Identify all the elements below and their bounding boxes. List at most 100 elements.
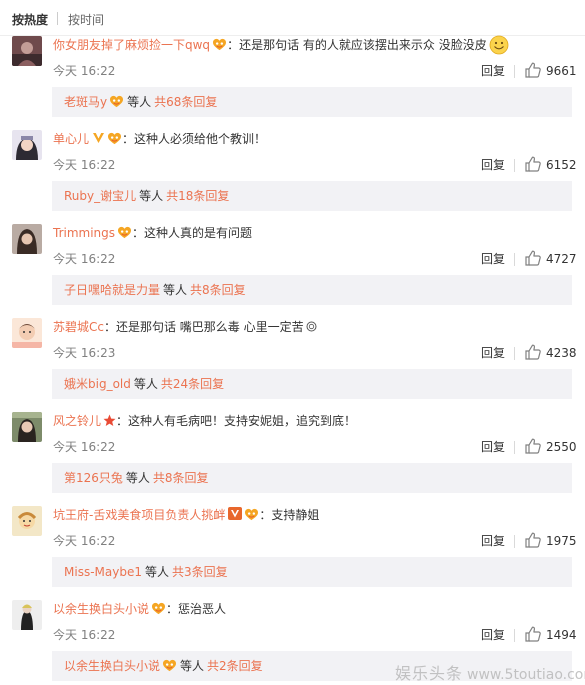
reply-button[interactable]: 回复	[481, 628, 505, 642]
avatar[interactable]	[12, 36, 42, 66]
fan-badge-icon	[151, 602, 166, 615]
action-divider	[514, 347, 515, 360]
reply-button[interactable]: 回复	[481, 158, 505, 172]
watermark-url: www.5toutiao.com	[467, 667, 585, 683]
comment-text: ：还是那句话 有的人就应该摆出来示众 没脸没皮	[227, 38, 487, 52]
comment-username[interactable]: 坑王府-舌戏美食项目负责人挑衅	[53, 508, 225, 522]
comment-username[interactable]: 你女朋友掉了麻烦捡一下qwq	[53, 38, 210, 52]
comment-text: ：还是那句话 嘴巴那么毒 心里一定苦	[103, 320, 304, 334]
comment-item: 坑王府-舌戏美食项目负责人挑衅 ：支持静姐 今天 16:22 回复 1975 Mi…	[0, 500, 585, 594]
reply-button[interactable]: 回复	[481, 440, 505, 454]
avatar[interactable]	[12, 224, 42, 254]
like-count: 6152	[546, 158, 577, 172]
comment-text: ：这种人必须给他个教训！	[122, 132, 267, 146]
avatar[interactable]	[12, 506, 42, 536]
comment-username[interactable]: 以余生换白头小说	[53, 602, 149, 616]
reply-total-link[interactable]: 共24条回复	[161, 377, 224, 391]
reply-username[interactable]: 老斑马y	[64, 95, 107, 109]
reply-button[interactable]: 回复	[481, 252, 505, 266]
reply-username[interactable]: Miss-Maybe1	[64, 565, 142, 579]
like-count: 2550	[546, 440, 577, 454]
reply-username[interactable]: 第126只兔	[64, 471, 123, 485]
fan-badge-icon	[162, 659, 177, 672]
verified-v-icon	[93, 133, 105, 143]
comment-timestamp: 今天 16:22	[53, 158, 116, 172]
comment-text: ：这种人有毛病吧！支持安妮姐，追究到底！	[116, 414, 357, 428]
comment-username[interactable]: Trimmings	[53, 226, 115, 240]
reply-total-link[interactable]: 共2条回复	[207, 659, 263, 673]
reply-others-label: 等人	[125, 471, 150, 485]
action-divider	[514, 441, 515, 454]
reply-button[interactable]: 回复	[481, 346, 505, 360]
reply-username[interactable]: Ruby_谢宝儿	[64, 189, 136, 203]
reply-others-label: 等人	[139, 189, 164, 203]
reply-total-link[interactable]: 共3条回复	[172, 565, 228, 579]
avatar[interactable]	[12, 412, 42, 442]
watermark-brand: 娱乐头条	[395, 664, 464, 683]
reply-summary[interactable]: 老斑马y 等人 共68条回复	[52, 87, 572, 117]
comment-username[interactable]: 单心儿	[53, 132, 89, 146]
action-divider	[514, 253, 515, 266]
thumbs-up-icon	[524, 61, 542, 79]
reply-summary[interactable]: Ruby_谢宝儿 等人 共18条回复	[52, 181, 572, 211]
comment-line: Trimmings ：这种人真的是有问题	[53, 222, 252, 244]
reply-summary[interactable]: Miss-Maybe1 等人 共3条回复	[52, 557, 572, 587]
like-count: 4727	[546, 252, 577, 266]
fan-badge-icon	[244, 508, 259, 521]
comment-item: 你女朋友掉了麻烦捡一下qwq ：还是那句话 有的人就应该摆出来示众 没脸没皮 今天…	[0, 30, 585, 124]
thumbs-up-icon	[524, 343, 542, 361]
action-divider	[514, 159, 515, 172]
comment-username[interactable]: 风之铃儿	[53, 414, 101, 428]
fan-badge-icon	[109, 95, 124, 108]
reply-username[interactable]: 以余生换白头小说	[64, 659, 160, 673]
comment-line: 你女朋友掉了麻烦捡一下qwq ：还是那句话 有的人就应该摆出来示众 没脸没皮	[53, 34, 509, 56]
action-divider	[514, 65, 515, 78]
verified-v-icon	[228, 507, 243, 520]
comment-timestamp: 今天 16:22	[53, 534, 116, 548]
reply-summary[interactable]: 娥米big_old 等人 共24条回复	[52, 369, 572, 399]
thumbs-up-icon	[524, 155, 542, 173]
fan-badge-icon	[107, 132, 122, 145]
reply-total-link[interactable]: 共8条回复	[190, 283, 246, 297]
comment-line: 风之铃儿 ：这种人有毛病吧！支持安妮姐，追究到底！	[53, 410, 356, 432]
reply-username[interactable]: 子日嘿哈就是力量	[64, 283, 160, 297]
comment-timestamp: 今天 16:22	[53, 628, 116, 642]
reply-total-link[interactable]: 共68条回复	[154, 95, 217, 109]
like-count: 1975	[546, 534, 577, 548]
thumbs-up-icon	[524, 249, 542, 267]
comment-item: 苏碧城Cc：还是那句话 嘴巴那么毒 心里一定苦 今天 16:23 回复 4238…	[0, 312, 585, 406]
comment-timestamp: 今天 16:22	[53, 440, 116, 454]
reply-button[interactable]: 回复	[481, 534, 505, 548]
like-count: 9661	[546, 64, 577, 78]
reply-username[interactable]: 娥米big_old	[64, 377, 131, 391]
like-count: 4238	[546, 346, 577, 360]
sort-by-hot-tab[interactable]: 按热度	[12, 11, 48, 28]
thumbs-up-icon	[524, 531, 542, 549]
comment-line: 单心儿 ：这种人必须给他个教训！	[53, 128, 266, 150]
like-count: 1494	[546, 628, 577, 642]
avatar[interactable]	[12, 130, 42, 160]
reply-summary[interactable]: 子日嘿哈就是力量 等人 共8条回复	[52, 275, 572, 305]
comment-line: 苏碧城Cc：还是那句话 嘴巴那么毒 心里一定苦	[53, 316, 317, 338]
thumbs-up-icon	[524, 625, 542, 643]
reply-others-label: 等人	[133, 377, 158, 391]
reply-others-label: 等人	[163, 283, 188, 297]
comment-text: ：这种人真的是有问题	[132, 226, 253, 240]
reply-summary[interactable]: 第126只兔 等人 共8条回复	[52, 463, 572, 493]
reply-others-label: 等人	[144, 565, 169, 579]
smile-emoji-icon	[489, 35, 509, 55]
action-divider	[514, 535, 515, 548]
avatar[interactable]	[12, 600, 42, 630]
avatar[interactable]	[12, 318, 42, 348]
reply-button[interactable]: 回复	[481, 64, 505, 78]
ring-emoji-icon	[306, 321, 317, 332]
reply-total-link[interactable]: 共8条回复	[153, 471, 209, 485]
reply-others-label: 等人	[127, 95, 152, 109]
comment-username[interactable]: 苏碧城Cc	[53, 320, 104, 334]
reply-total-link[interactable]: 共18条回复	[166, 189, 229, 203]
comment-item: 单心儿 ：这种人必须给他个教训！ 今天 16:22 回复 6152 Ruby_谢宝…	[0, 124, 585, 218]
sort-divider	[57, 12, 58, 25]
fan-badge-icon	[117, 226, 132, 239]
sort-by-time-tab[interactable]: 按时间	[68, 11, 104, 28]
reply-others-label: 等人	[180, 659, 205, 673]
